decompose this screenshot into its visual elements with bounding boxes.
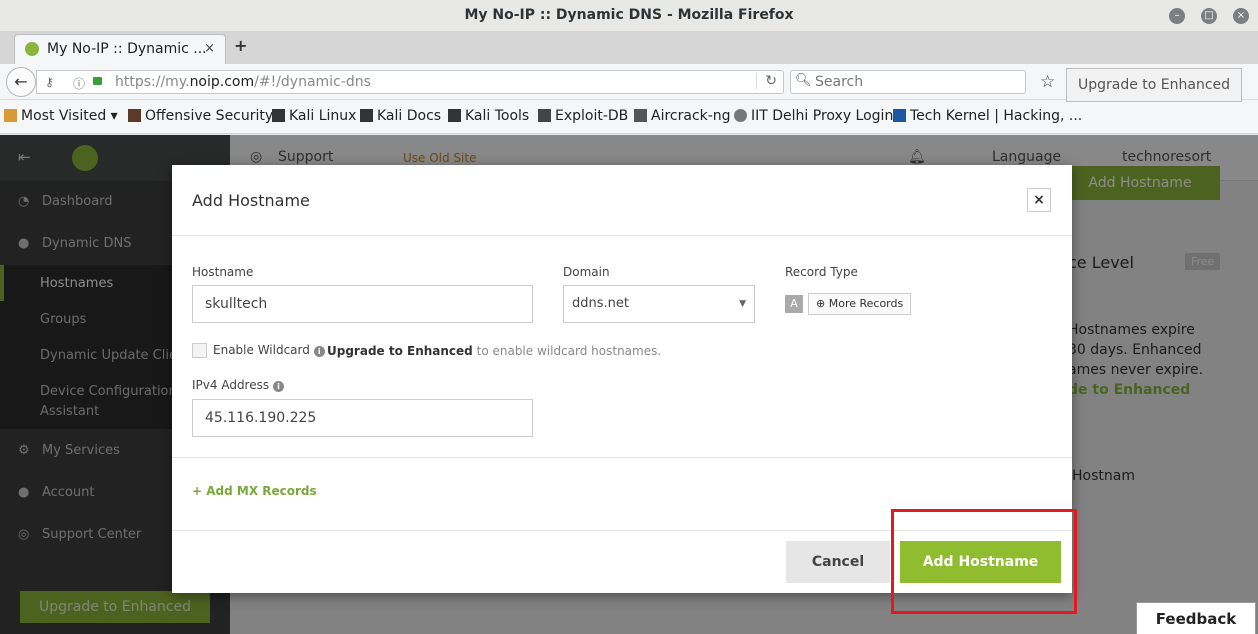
domain-value: ddns.net — [572, 296, 629, 311]
tab-title: My No-IP :: Dynamic ... — [47, 41, 207, 57]
domain-select[interactable]: ddns.net ▼ — [563, 285, 755, 323]
feedback-button[interactable]: Feedback — [1136, 602, 1256, 634]
plus-circle-icon: ⊕ — [816, 297, 829, 310]
bookmark-kali-linux[interactable]: Kali Linux — [272, 108, 356, 124]
noip-favicon-icon — [25, 42, 39, 56]
tab-bar: My No-IP :: Dynamic ... × — [0, 32, 1258, 64]
upgrade-enhanced-button[interactable]: Upgrade to Enhanced — [1066, 68, 1242, 102]
search-placeholder: Search — [815, 74, 864, 90]
bookmark-iit-delhi-proxy[interactable]: IIT Delhi Proxy Login — [734, 108, 893, 124]
bookmark-exploit-db[interactable]: Exploit-DB — [538, 108, 628, 124]
star-icon[interactable]: ☆ — [1040, 72, 1055, 92]
divider — [172, 457, 1072, 458]
search-bar[interactable]: 🔍︎ Search — [790, 70, 1026, 94]
tab-close-icon[interactable]: × — [204, 41, 215, 56]
more-records-label: More Records — [828, 297, 904, 310]
maximize-icon[interactable]: □ — [1201, 8, 1217, 24]
new-tab-icon[interactable]: + — [234, 36, 247, 55]
ipv4-input[interactable]: 45.116.190.225 — [192, 399, 533, 437]
reload-icon[interactable]: ↻ — [756, 73, 777, 89]
add-mx-records-link[interactable]: + Add MX Records — [192, 484, 317, 498]
url-text[interactable]: https://my.noip.com/#!/dynamic-dns — [115, 74, 371, 90]
globe-icon — [734, 109, 747, 122]
window-titlebar: My No-IP :: Dynamic DNS - Mozilla Firefo… — [0, 0, 1258, 32]
close-window-icon[interactable]: × — [1233, 8, 1249, 24]
bookmark-aircrack-ng[interactable]: Aircrack-ng — [634, 108, 731, 124]
wildcard-upgrade-note: Upgrade to Enhanced to enable wildcard h… — [327, 344, 662, 358]
plus-icon: + — [192, 484, 207, 498]
bookmarks-bar: Most Visited ▾ Offensive Security Kali L… — [0, 100, 1258, 134]
kali-icon — [272, 109, 285, 122]
folder-icon — [4, 109, 17, 122]
window-title: My No-IP :: Dynamic DNS - Mozilla Firefo… — [464, 7, 794, 23]
domain-label: Domain — [563, 265, 610, 279]
bookmark-offensive-security[interactable]: Offensive Security — [128, 108, 273, 124]
modal-close-button[interactable]: × — [1027, 188, 1051, 212]
info-icon[interactable]: i — [272, 381, 284, 392]
bookmark-tech-kernel[interactable]: Tech Kernel | Hacking, ... — [893, 108, 1082, 124]
back-button[interactable]: ← — [6, 67, 36, 97]
tech-kernel-icon — [893, 109, 906, 122]
info-icon[interactable]: i — [313, 346, 325, 357]
wildcard-upgrade-link[interactable]: Upgrade to Enhanced — [327, 344, 473, 358]
modal-header: Add Hostname × — [172, 165, 1072, 236]
ipv4-label: IPv4 Address i — [192, 378, 284, 392]
modal-title: Add Hostname — [192, 191, 310, 210]
cancel-button[interactable]: Cancel — [786, 541, 890, 583]
exploit-db-icon — [538, 109, 551, 122]
aircrack-icon — [634, 109, 647, 122]
more-records-button[interactable]: ⊕ More Records — [808, 293, 912, 315]
caret-down-icon: ▼ — [739, 299, 746, 309]
bookmark-kali-tools[interactable]: Kali Tools — [448, 108, 529, 124]
enable-wildcard-label: Enable Wildcard i — [213, 343, 325, 357]
bookmark-kali-docs[interactable]: Kali Docs — [360, 108, 441, 124]
hostname-label: Hostname — [192, 265, 254, 279]
search-icon: 🔍︎ — [795, 73, 812, 88]
red-highlight-box — [891, 509, 1077, 614]
minimize-icon[interactable]: – — [1169, 8, 1185, 24]
offsec-icon — [128, 109, 141, 122]
lock-icon — [93, 77, 102, 85]
hostname-input[interactable]: skulltech — [192, 285, 533, 323]
kali-icon — [360, 109, 373, 122]
kali-icon — [448, 109, 461, 122]
key-icon[interactable]: ⚷ — [45, 75, 54, 89]
url-bar[interactable]: ⚷ ⓘ https://my.noip.com/#!/dynamic-dns ↻ — [36, 70, 784, 94]
bookmark-most-visited[interactable]: Most Visited ▾ — [4, 108, 118, 124]
record-type-label: Record Type — [785, 265, 858, 279]
browser-tab[interactable]: My No-IP :: Dynamic ... × — [14, 34, 226, 64]
record-type-a-button[interactable]: A — [785, 295, 803, 313]
info-icon[interactable]: ⓘ — [73, 75, 85, 92]
enable-wildcard-checkbox[interactable] — [192, 343, 207, 358]
